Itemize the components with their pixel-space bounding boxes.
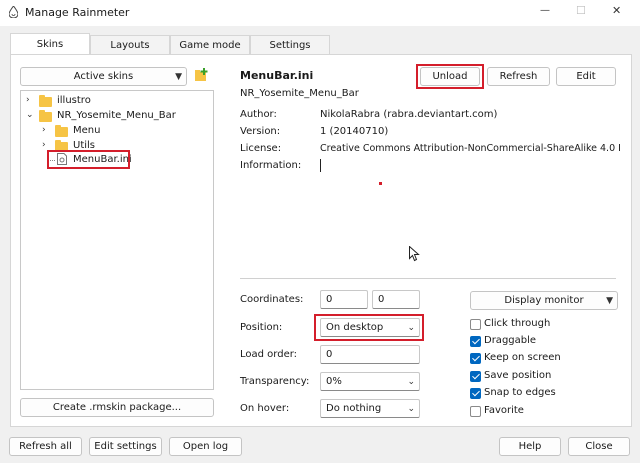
save-position-label: Save position bbox=[484, 370, 552, 381]
on-hover-label: On hover: bbox=[240, 403, 290, 414]
version-label: Version: bbox=[240, 126, 281, 137]
draggable-checkbox[interactable] bbox=[470, 336, 481, 347]
tree-item-menu[interactable]: Menu bbox=[73, 125, 100, 136]
window-title: Manage Rainmeter bbox=[25, 6, 130, 19]
license-label: License: bbox=[240, 143, 282, 154]
close-button[interactable]: Close bbox=[568, 437, 630, 456]
chevron-down-icon: ⌄ bbox=[407, 322, 415, 333]
transparency-label: Transparency: bbox=[240, 376, 310, 387]
red-dot bbox=[379, 182, 382, 185]
refresh-button[interactable]: Refresh bbox=[487, 67, 550, 86]
coordinate-x-field[interactable]: 0 bbox=[320, 290, 368, 309]
snap-to-edges-checkbox[interactable] bbox=[470, 388, 481, 399]
transparency-dropdown[interactable]: 0% ⌄ bbox=[320, 372, 420, 391]
edit-settings-button[interactable]: Edit settings bbox=[89, 437, 162, 456]
position-label: Position: bbox=[240, 322, 283, 333]
minimize-button[interactable]: — bbox=[540, 5, 550, 16]
create-rmskin-button[interactable]: Create .rmskin package... bbox=[20, 398, 214, 417]
title-bar: Manage Rainmeter — ☐ ✕ bbox=[0, 0, 640, 26]
keep-on-screen-label: Keep on screen bbox=[484, 352, 561, 363]
open-log-button[interactable]: Open log bbox=[169, 437, 242, 456]
display-monitor-dropdown[interactable]: Display monitor ▼ bbox=[470, 291, 618, 310]
edit-button[interactable]: Edit bbox=[556, 67, 616, 86]
active-skins-dropdown[interactable]: Active skins ▼ bbox=[20, 67, 187, 86]
tree-item-nr-yosemite[interactable]: NR_Yosemite_Menu_Bar bbox=[57, 110, 176, 121]
load-order-field[interactable]: 0 bbox=[320, 345, 420, 364]
folder-icon bbox=[39, 95, 52, 107]
mouse-cursor-icon bbox=[409, 245, 420, 262]
coordinates-label: Coordinates: bbox=[240, 294, 304, 305]
maximize-button[interactable]: ☐ bbox=[576, 4, 586, 17]
draggable-label: Draggable bbox=[484, 335, 537, 346]
skin-file-name: MenuBar.ini bbox=[240, 69, 314, 82]
load-order-label: Load order: bbox=[240, 349, 298, 360]
tab-layouts[interactable]: Layouts bbox=[90, 35, 170, 54]
license-value: Creative Commons Attribution-NonCommerci… bbox=[320, 143, 620, 154]
expand-chevron-icon[interactable]: › bbox=[42, 125, 46, 135]
snap-to-edges-label: Snap to edges bbox=[484, 387, 556, 398]
favorite-label: Favorite bbox=[484, 405, 524, 416]
click-through-label: Click through bbox=[484, 318, 551, 329]
information-label: Information: bbox=[240, 160, 302, 171]
collapse-chevron-icon[interactable]: ⌄ bbox=[26, 110, 34, 120]
unload-button[interactable]: Unload bbox=[420, 67, 480, 86]
chevron-down-icon: ⌄ bbox=[407, 403, 415, 414]
close-window-button[interactable]: ✕ bbox=[612, 4, 621, 17]
chevron-down-icon: ⌄ bbox=[407, 376, 415, 387]
tree-item-utils[interactable]: Utils bbox=[73, 140, 95, 151]
ini-file-icon bbox=[57, 153, 67, 165]
skin-config-name: NR_Yosemite_Menu_Bar bbox=[240, 88, 359, 99]
expand-chevron-icon[interactable]: › bbox=[42, 140, 46, 150]
dropdown-arrow-icon: ▼ bbox=[175, 71, 182, 82]
tree-item-menubar-ini[interactable]: MenuBar.ini bbox=[73, 154, 132, 165]
add-skin-icon[interactable] bbox=[195, 68, 210, 83]
folder-icon bbox=[55, 125, 68, 137]
separator bbox=[240, 278, 616, 279]
tab-settings[interactable]: Settings bbox=[250, 35, 330, 54]
skins-tree[interactable] bbox=[20, 90, 214, 390]
tree-item-illustro[interactable]: illustro bbox=[57, 95, 91, 106]
favorite-checkbox[interactable] bbox=[470, 406, 481, 417]
coordinate-y-field[interactable]: 0 bbox=[372, 290, 420, 309]
author-value: NikolaRabra (rabra.deviantart.com) bbox=[320, 109, 498, 120]
tree-connector bbox=[47, 160, 55, 161]
position-dropdown[interactable]: On desktop ⌄ bbox=[320, 318, 420, 337]
author-label: Author: bbox=[240, 109, 277, 120]
dropdown-arrow-icon: ▼ bbox=[606, 295, 613, 306]
help-button[interactable]: Help bbox=[499, 437, 561, 456]
keep-on-screen-checkbox[interactable] bbox=[470, 353, 481, 364]
click-through-checkbox[interactable] bbox=[470, 319, 481, 330]
version-value: 1 (20140710) bbox=[320, 126, 389, 137]
tab-skins[interactable]: Skins bbox=[10, 33, 90, 54]
expand-chevron-icon[interactable]: › bbox=[26, 95, 30, 105]
save-position-checkbox[interactable] bbox=[470, 371, 481, 382]
refresh-all-button[interactable]: Refresh all bbox=[9, 437, 82, 456]
folder-icon bbox=[39, 110, 52, 122]
tab-game-mode[interactable]: Game mode bbox=[170, 35, 250, 54]
text-caret bbox=[320, 159, 321, 172]
on-hover-dropdown[interactable]: Do nothing ⌄ bbox=[320, 399, 420, 418]
folder-icon bbox=[55, 140, 68, 152]
rainmeter-logo-icon bbox=[8, 5, 19, 19]
